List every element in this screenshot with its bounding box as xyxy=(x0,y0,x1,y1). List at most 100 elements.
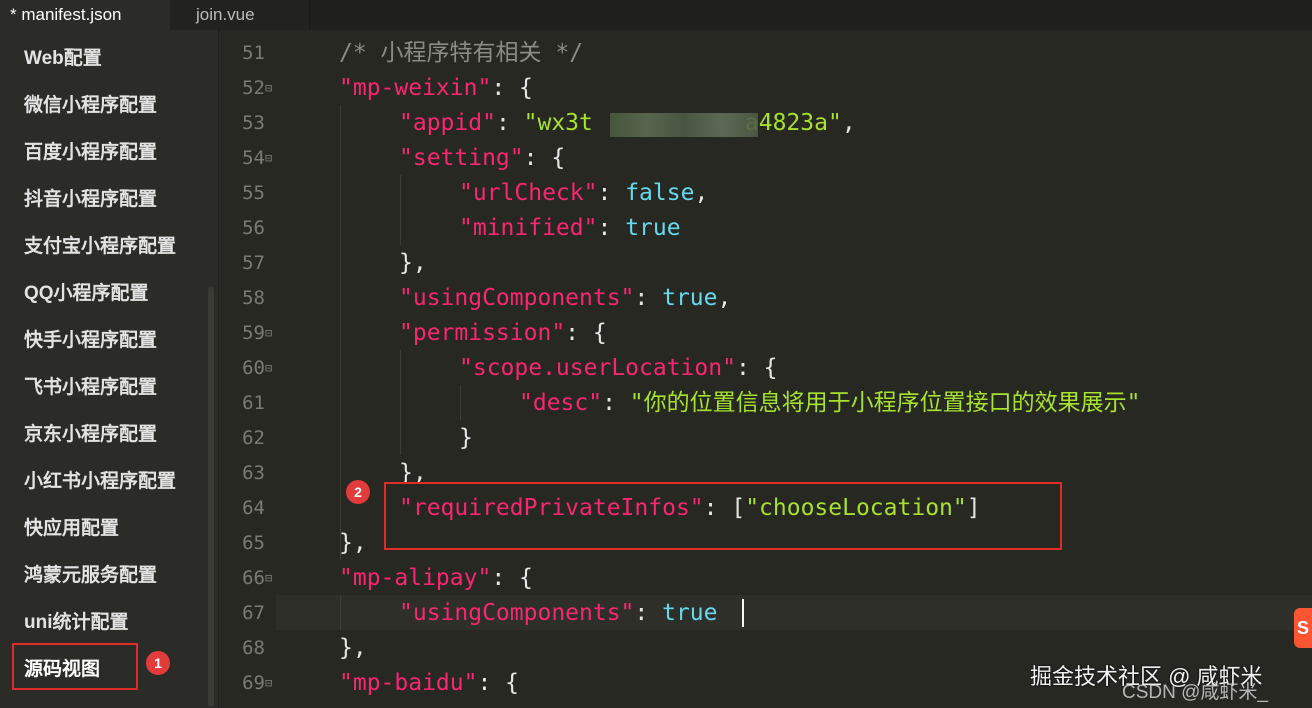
sidebar-item-web[interactable]: Web配置 xyxy=(24,46,102,72)
punctuation: , xyxy=(717,285,732,311)
line-number: 60 xyxy=(242,357,265,379)
code-text: }, xyxy=(399,246,427,281)
punctuation: }, xyxy=(339,530,367,556)
code-line: 53 "appid": "wx3t a4823a", xyxy=(219,106,1312,141)
sidebar-item-quickapp[interactable]: 快应用配置 xyxy=(24,516,119,542)
code-text: "mp-weixin": { xyxy=(339,71,533,106)
json-key: "desc" xyxy=(519,390,603,416)
annotation-badge-1: 1 xyxy=(146,651,170,675)
annotation-badge-2: 2 xyxy=(346,480,370,504)
tab-manifest-json[interactable]: * manifest.json xyxy=(0,0,170,30)
sidebar-item-xiaohongshu[interactable]: 小红书小程序配置 xyxy=(24,469,176,495)
sidebar-scrollbar[interactable] xyxy=(208,287,214,707)
code-line: 55 "urlCheck": false, xyxy=(219,176,1312,211)
code-text: "usingComponents": true, xyxy=(399,281,731,316)
tab-bar: * manifest.json join.vue xyxy=(0,0,1312,30)
tab-join-vue[interactable]: join.vue xyxy=(170,0,310,30)
sidebar-item-feishu[interactable]: 飞书小程序配置 xyxy=(24,375,157,401)
fold-icon[interactable]: ⊟ xyxy=(265,141,277,176)
config-sidebar: Web配置 微信小程序配置 百度小程序配置 抖音小程序配置 支付宝小程序配置 Q… xyxy=(0,30,219,708)
code-text: "setting": { xyxy=(399,141,565,176)
line-number: 51 xyxy=(242,42,265,64)
json-key: "mp-weixin" xyxy=(339,75,492,101)
line-number: 64 xyxy=(242,497,265,519)
fold-icon[interactable]: ⊟ xyxy=(265,666,277,701)
json-string: "wx3t xyxy=(523,110,593,136)
code-text: } xyxy=(459,421,473,456)
fold-icon[interactable]: ⊟ xyxy=(265,561,277,596)
code-text: "scope.userLocation": { xyxy=(459,351,778,386)
punctuation: }, xyxy=(399,250,427,276)
sidebar-item-harmony[interactable]: 鸿蒙元服务配置 xyxy=(24,563,157,589)
code-line: 61 "desc": "你的位置信息将用于小程序位置接口的效果展示" xyxy=(219,386,1312,421)
line-number: 66 xyxy=(242,567,265,589)
code-text: "usingComponents": true xyxy=(399,596,718,631)
code-text: /* 小程序特有相关 */ xyxy=(339,36,583,71)
line-number: 68 xyxy=(242,637,265,659)
line-number: 58 xyxy=(242,287,265,309)
json-boolean: true xyxy=(625,215,681,241)
json-key: "scope.userLocation" xyxy=(459,355,736,381)
line-number: 54 xyxy=(242,147,265,169)
code-line: 66 ⊟ "mp-alipay": { xyxy=(219,561,1312,596)
sidebar-item-jd[interactable]: 京东小程序配置 xyxy=(24,422,157,448)
annotation-box-source-view xyxy=(12,643,138,690)
sidebar-item-qq[interactable]: QQ小程序配置 xyxy=(24,281,149,307)
line-number: 52 xyxy=(242,77,265,99)
code-text: "urlCheck": false, xyxy=(459,176,708,211)
code-line: 59 ⊟ "permission": { xyxy=(219,316,1312,351)
json-key: "mp-baidu" xyxy=(339,670,478,696)
sidebar-item-uni-stat[interactable]: uni统计配置 xyxy=(24,610,129,636)
annotation-box-required-private-infos xyxy=(384,482,1062,550)
sidebar-item-weixin[interactable]: 微信小程序配置 xyxy=(24,93,157,119)
punctuation: : xyxy=(602,390,630,416)
fold-icon[interactable]: ⊟ xyxy=(265,71,277,106)
punctuation: } xyxy=(459,425,473,451)
tab-label: join.vue xyxy=(196,5,255,24)
line-number: 61 xyxy=(242,392,265,414)
json-key: "usingComponents" xyxy=(399,600,635,626)
json-key: "permission" xyxy=(399,320,566,346)
punctuation: : { xyxy=(491,75,533,101)
punctuation: }, xyxy=(339,635,367,661)
code-line: 51 /* 小程序特有相关 */ xyxy=(219,36,1312,71)
code-text: "mp-baidu": { xyxy=(339,666,519,701)
json-key: "appid" xyxy=(399,110,496,136)
punctuation: : xyxy=(597,180,626,206)
csdn-logo-icon: S xyxy=(1294,608,1312,648)
fold-icon[interactable]: ⊟ xyxy=(265,351,277,386)
json-key: "setting" xyxy=(399,145,524,171)
line-number: 56 xyxy=(242,217,265,239)
redaction-blur xyxy=(610,113,758,137)
json-key: "mp-alipay" xyxy=(339,565,492,591)
json-key: "urlCheck" xyxy=(459,180,598,206)
sidebar-item-baidu[interactable]: 百度小程序配置 xyxy=(24,140,157,166)
code-text: "permission": { xyxy=(399,316,607,351)
punctuation: : { xyxy=(565,320,607,346)
punctuation: : xyxy=(634,285,663,311)
sidebar-item-kuaishou[interactable]: 快手小程序配置 xyxy=(24,328,157,354)
code-line: 52 ⊟ "mp-weixin": { xyxy=(219,71,1312,106)
line-number: 59 xyxy=(242,322,265,344)
json-string: "你的位置信息将用于小程序位置接口的效果展示" xyxy=(629,390,1141,416)
punctuation: : xyxy=(597,215,626,241)
punctuation: : { xyxy=(523,145,566,171)
json-boolean: false xyxy=(625,180,695,206)
line-number: 65 xyxy=(242,532,265,554)
sidebar-item-alipay[interactable]: 支付宝小程序配置 xyxy=(24,234,176,260)
code-line: 62 } xyxy=(219,421,1312,456)
line-number: 57 xyxy=(242,252,265,274)
punctuation: : { xyxy=(477,670,520,696)
code-line: 58 "usingComponents": true, xyxy=(219,281,1312,316)
code-line: 56 "minified": true xyxy=(219,211,1312,246)
punctuation: , xyxy=(841,110,856,136)
fold-icon[interactable]: ⊟ xyxy=(265,316,277,351)
code-text: }, xyxy=(339,526,367,561)
punctuation: : { xyxy=(491,565,533,591)
punctuation: : xyxy=(495,110,524,136)
code-line: 54 ⊟ "setting": { xyxy=(219,141,1312,176)
json-key: "minified" xyxy=(459,215,598,241)
sidebar-item-douyin[interactable]: 抖音小程序配置 xyxy=(24,187,157,213)
line-number: 69 xyxy=(242,672,265,694)
punctuation: : { xyxy=(735,355,778,381)
